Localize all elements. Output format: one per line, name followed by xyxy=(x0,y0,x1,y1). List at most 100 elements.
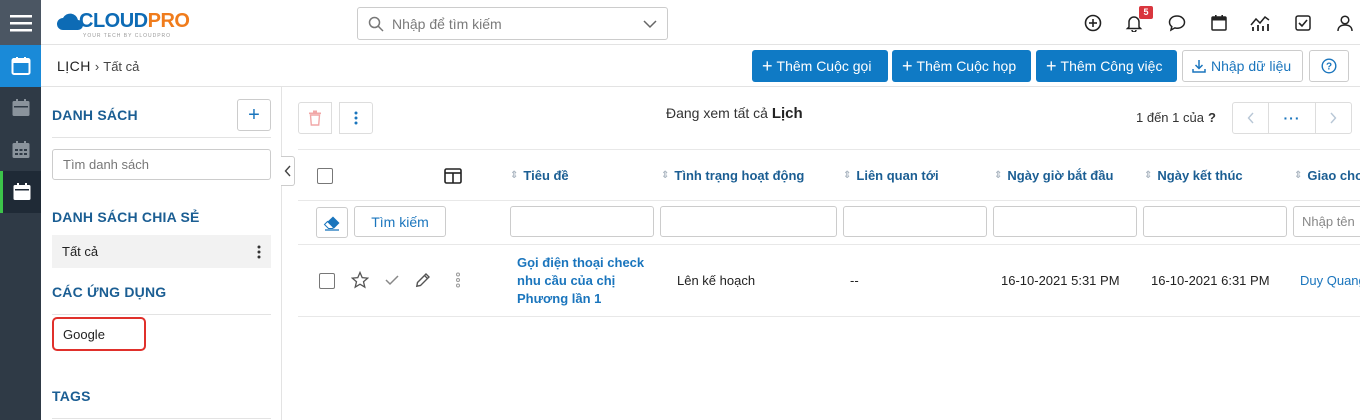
filter-title-input[interactable] xyxy=(510,206,654,237)
viewing-module: Lịch xyxy=(771,105,803,122)
pagination-info: 1 đến 1 của? xyxy=(1136,110,1216,125)
more-vertical-icon xyxy=(354,111,358,125)
import-button[interactable]: Nhập dữ liệu xyxy=(1182,50,1303,82)
breadcrumb-separator-icon: › xyxy=(94,58,100,74)
divider xyxy=(52,314,271,315)
column-header-assignee[interactable]: ⇕ Giao cho xyxy=(1294,168,1360,183)
breadcrumb: LỊCH › Tất cả xyxy=(57,58,139,74)
question-circle-icon: ? xyxy=(1321,58,1337,74)
more-actions-button[interactable] xyxy=(339,102,373,134)
column-header-title[interactable]: ⇕ Tiêu đề xyxy=(510,168,569,183)
row-status: Lên kế hoạch xyxy=(677,273,756,288)
filter-start-input[interactable] xyxy=(993,206,1137,237)
pagination-help-icon[interactable]: ? xyxy=(1208,110,1216,125)
sort-icon: ⇕ xyxy=(661,169,670,181)
pagination-text: 1 đến 1 của xyxy=(1136,110,1204,125)
download-icon xyxy=(1192,60,1206,73)
table-header: ⇕ Tiêu đề ⇕ Tình trạng hoạt động ⇕ Liên qua… xyxy=(298,149,1360,201)
list-item-label: Tất cả xyxy=(62,244,99,259)
add-meeting-button[interactable]: + Thêm Cuộc họp xyxy=(892,50,1031,82)
select-all-checkbox[interactable] xyxy=(317,168,333,184)
add-list-button[interactable]: + xyxy=(237,99,271,131)
calendar-icon xyxy=(11,57,30,75)
column-header-related[interactable]: ⇕ Liên quan tới xyxy=(843,168,939,183)
viewing-prefix: Đang xem tất cả xyxy=(666,105,768,121)
breadcrumb-module[interactable]: LỊCH xyxy=(57,58,91,74)
menu-icon xyxy=(9,14,32,31)
add-task-button[interactable]: + Thêm Công việc xyxy=(1036,50,1177,82)
search-button[interactable]: Tìm kiếm xyxy=(354,206,446,237)
column-label: Ngày kết thúc xyxy=(1157,168,1243,183)
import-label: Nhập dữ liệu xyxy=(1211,58,1292,74)
column-header-start[interactable]: ⇕ Ngày giờ bắt đầu xyxy=(994,168,1113,183)
more-vertical-icon[interactable] xyxy=(257,245,261,259)
column-header-status[interactable]: ⇕ Tình trạng hoạt động xyxy=(661,168,804,183)
column-label: Giao cho xyxy=(1307,168,1360,183)
hamburger-menu-button[interactable] xyxy=(0,0,41,45)
divider xyxy=(52,418,271,419)
clear-filters-button[interactable] xyxy=(316,207,348,238)
plus-icon: + xyxy=(1046,56,1057,76)
top-bar: CLOUDPRO YOUR TECH BY CLOUDPRO 5 xyxy=(41,0,1360,45)
filter-row: Tìm kiếm xyxy=(298,201,1360,245)
tasks-button[interactable] xyxy=(1293,13,1313,33)
user-profile-button[interactable] xyxy=(1335,13,1355,33)
sort-icon: ⇕ xyxy=(1144,169,1153,181)
filter-assignee-input[interactable] xyxy=(1293,206,1360,237)
help-button[interactable]: ? xyxy=(1309,50,1349,82)
more-vertical-icon[interactable] xyxy=(456,272,460,288)
delete-button[interactable] xyxy=(298,102,332,134)
sort-icon: ⇕ xyxy=(843,169,852,181)
row-start-datetime: 16-10-2021 5:31 PM xyxy=(1001,273,1120,288)
rail-events-button[interactable] xyxy=(0,171,41,213)
filter-end-input[interactable] xyxy=(1143,206,1287,237)
list-item[interactable]: Tất cả xyxy=(52,235,271,268)
global-search[interactable] xyxy=(357,7,668,40)
calendar-shortcut-button[interactable] xyxy=(1209,13,1229,33)
checkbox-icon xyxy=(1295,15,1311,31)
calendar-day-icon xyxy=(12,99,29,116)
calendar-icon xyxy=(1211,15,1227,31)
row-assignee-link[interactable]: Duy Quang xyxy=(1300,273,1360,288)
column-layout-icon[interactable] xyxy=(444,168,462,184)
pencil-icon[interactable] xyxy=(415,272,431,288)
left-rail xyxy=(0,0,41,420)
column-header-end[interactable]: ⇕ Ngày kết thúc xyxy=(1144,168,1243,183)
row-checkbox[interactable] xyxy=(319,273,335,289)
calendar-grid-icon xyxy=(12,141,29,158)
lists-heading: DANH SÁCH xyxy=(52,107,138,123)
search-input[interactable] xyxy=(392,15,632,32)
add-call-button[interactable]: + Thêm Cuộc gọi xyxy=(752,50,888,82)
breadcrumb-current: Tất cả xyxy=(103,58,140,74)
logo-accent-text: PRO xyxy=(147,10,190,32)
filter-related-input[interactable] xyxy=(843,206,987,237)
add-call-label: Thêm Cuộc gọi xyxy=(776,58,872,74)
cloudpro-logo[interactable]: CLOUDPRO YOUR TECH BY CLOUDPRO xyxy=(57,10,190,39)
quick-create-button[interactable] xyxy=(1083,13,1103,33)
sort-icon: ⇕ xyxy=(994,169,1003,181)
filter-status-input[interactable] xyxy=(660,206,837,237)
prev-page-button[interactable] xyxy=(1233,103,1268,133)
table-row[interactable]: Gọi điện thoại check nhu cầu của chị Phư… xyxy=(298,245,1360,317)
logo-tagline: YOUR TECH BY CLOUDPRO xyxy=(83,33,172,39)
chevron-down-icon[interactable] xyxy=(643,17,657,31)
chevron-right-icon xyxy=(1330,112,1337,124)
list-view: Đang xem tất cả Lịch 1 đến 1 của? ··· ⇕ T… xyxy=(282,87,1360,420)
tags-heading: TAGS xyxy=(52,388,91,404)
column-label: Tiêu đề xyxy=(523,168,569,183)
app-item-google[interactable]: Google xyxy=(52,317,146,351)
rail-calendar-button[interactable] xyxy=(0,45,41,87)
row-title-link[interactable]: Gọi điện thoại check nhu cầu của chị Phư… xyxy=(517,254,657,308)
notification-badge: 5 xyxy=(1139,6,1153,19)
reports-button[interactable] xyxy=(1250,13,1270,33)
list-search-input[interactable] xyxy=(52,149,271,180)
chat-button[interactable] xyxy=(1167,13,1187,33)
next-page-button[interactable] xyxy=(1316,103,1351,133)
star-icon[interactable] xyxy=(351,271,369,289)
page-jump-button[interactable]: ··· xyxy=(1268,103,1316,133)
chat-bubble-icon xyxy=(1168,15,1186,32)
add-meeting-label: Thêm Cuộc họp xyxy=(916,58,1017,74)
check-icon[interactable] xyxy=(384,273,400,287)
rail-calendar-grid-button[interactable] xyxy=(0,129,41,171)
rail-calendar-day-button[interactable] xyxy=(0,87,41,129)
